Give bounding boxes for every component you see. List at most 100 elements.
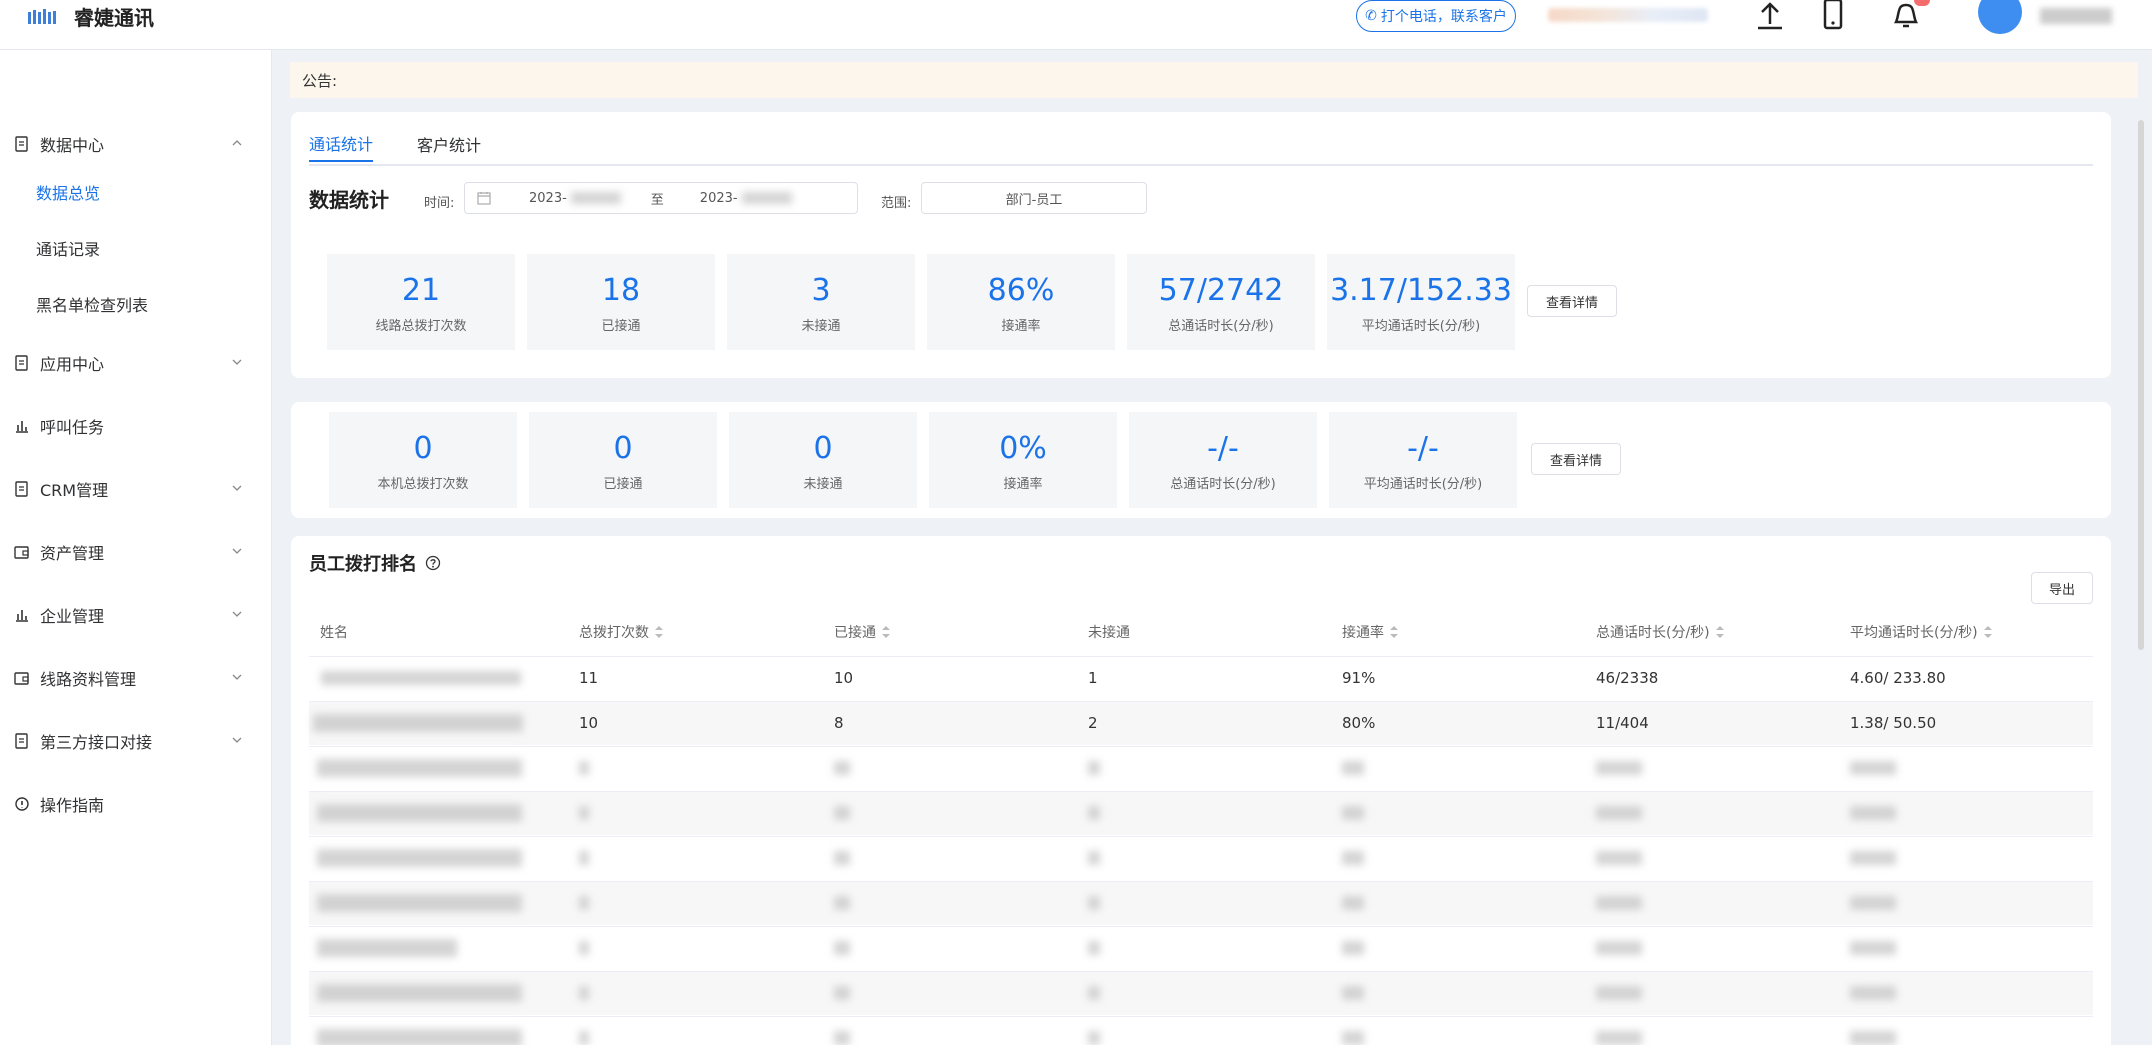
stat-value: 57/2742: [1158, 272, 1284, 308]
document-icon: [15, 733, 28, 749]
export-button[interactable]: 导出: [2031, 572, 2093, 604]
table-row-redacted[interactable]: [309, 1016, 2093, 1045]
end-date[interactable]: 2023-: [700, 191, 738, 206]
column-header-connected[interactable]: 已接通: [834, 622, 890, 642]
tab-customer-stats[interactable]: 客户统计: [417, 126, 481, 162]
stat-card-line-rate: 86% 接通率: [927, 254, 1115, 350]
range-select[interactable]: 部门-员工: [921, 182, 1147, 214]
column-header-rate[interactable]: 接通率: [1342, 622, 1398, 642]
redacted-cell: [834, 806, 850, 820]
stat-value: 86%: [987, 272, 1055, 308]
redacted-cell: [579, 896, 589, 910]
calendar-icon: [477, 192, 491, 205]
stat-label: 已接通: [603, 476, 643, 492]
sidebar-item-app-center[interactable]: 应用中心: [14, 349, 254, 377]
table-row-redacted[interactable]: [309, 971, 2093, 1015]
start-date[interactable]: 2023-: [529, 191, 567, 206]
redacted-username[interactable]: [2040, 8, 2112, 24]
column-header-total-duration[interactable]: 总通话时长(分/秒): [1596, 622, 1724, 642]
column-header-name[interactable]: 姓名: [320, 622, 348, 642]
sort-icon[interactable]: [1390, 626, 1398, 638]
column-header-missed[interactable]: 未接通: [1088, 622, 1130, 642]
redacted-cell: [317, 939, 457, 957]
sort-icon[interactable]: [1983, 626, 1992, 638]
scrollbar-thumb[interactable]: [2138, 120, 2144, 650]
redacted-cell: [1342, 761, 1364, 775]
sidebar-subitem-call-records[interactable]: 通话记录: [36, 236, 100, 260]
redacted-cell: [317, 1029, 522, 1045]
redacted-cell: [579, 941, 589, 955]
cell-total-calls: 11: [579, 669, 599, 687]
sidebar-item-assets[interactable]: 资产管理: [14, 538, 254, 566]
stat-card-local-rate: 0% 接通率: [929, 412, 1117, 508]
stat-card-local-connected: 0 已接通: [529, 412, 717, 508]
redacted-cell: [1596, 941, 1642, 955]
date-range-picker[interactable]: 2023- 至 2023-: [464, 182, 858, 214]
document-icon: [15, 481, 28, 497]
sidebar-item-label: 操作指南: [40, 796, 105, 815]
help-icon[interactable]: [425, 555, 441, 571]
sidebar-item-call-task[interactable]: 呼叫任务: [14, 412, 254, 440]
call-customer-button[interactable]: ✆ 打个电话，联系客户: [1356, 0, 1516, 32]
cell-avg-duration: 4.60/ 233.80: [1850, 669, 1946, 687]
table-row-redacted[interactable]: [309, 836, 2093, 880]
column-header-avg-duration[interactable]: 平均通话时长(分/秒): [1850, 622, 1992, 642]
redacted-cell: [1596, 1031, 1642, 1045]
upload-icon[interactable]: [1752, 0, 1788, 36]
column-header-label: 总通话时长(分/秒): [1596, 625, 1710, 641]
cell-total-duration: 11/404: [1596, 714, 1649, 732]
sidebar-subitem-data-overview[interactable]: 数据总览: [36, 180, 100, 204]
column-header-label: 未接通: [1088, 625, 1130, 641]
stat-label: 已接通: [601, 318, 641, 334]
redacted-cell: [1596, 851, 1642, 865]
table-row-redacted[interactable]: [309, 881, 2093, 925]
notice-label: 公告:: [302, 71, 338, 90]
view-details-button[interactable]: 查看详情: [1531, 443, 1621, 475]
chevron-down-icon: [232, 359, 242, 365]
sidebar-item-label: CRM管理: [40, 481, 109, 500]
view-details-button[interactable]: 查看详情: [1527, 285, 1617, 317]
stat-label: 平均通话时长(分/秒): [1361, 318, 1481, 334]
date-separator: 至: [650, 192, 664, 208]
table-row[interactable]: 10 8 2 80% 11/404 1.38/ 50.50: [309, 701, 2093, 745]
sidebar-item-enterprise[interactable]: 企业管理: [14, 601, 254, 629]
sort-icon[interactable]: [1715, 626, 1724, 638]
chevron-down-icon: [232, 485, 242, 491]
redacted-cell: [834, 851, 850, 865]
redacted-cell: [1342, 896, 1364, 910]
table-row-redacted[interactable]: [309, 926, 2093, 970]
sort-icon[interactable]: [882, 626, 890, 638]
tab-divider: [309, 164, 2093, 166]
mobile-icon[interactable]: [1815, 0, 1851, 36]
column-header-label: 总拨打次数: [579, 625, 649, 641]
sidebar-item-data-center[interactable]: 数据中心: [14, 130, 254, 158]
cell-total-calls: 10: [579, 714, 599, 732]
sidebar-item-line-data[interactable]: 线路资料管理: [14, 664, 254, 692]
range-label: 范围:: [881, 196, 912, 211]
cell-connected: 10: [834, 669, 854, 687]
redacted-date: [741, 192, 792, 204]
sidebar-subitem-blacklist[interactable]: 黑名单检查列表: [36, 292, 148, 316]
sidebar-item-guide[interactable]: 操作指南: [14, 790, 254, 818]
table-row-redacted[interactable]: [309, 746, 2093, 790]
cell-missed: 2: [1088, 714, 1098, 732]
sort-icon[interactable]: [655, 626, 663, 638]
redacted-cell: [1342, 1031, 1364, 1045]
sidebar-item-third-party-api[interactable]: 第三方接口对接: [14, 727, 254, 755]
chevron-up-icon: [232, 140, 242, 146]
section-title: 数据统计: [309, 188, 389, 212]
sidebar-item-label: 第三方接口对接: [40, 733, 153, 752]
cell-total-duration: 46/2338: [1596, 669, 1659, 687]
redacted-cell: [1088, 1031, 1100, 1045]
avatar[interactable]: [1978, 0, 2022, 34]
stat-label: 接通率: [1003, 476, 1043, 492]
redacted-cell: [1342, 941, 1364, 955]
table-row-redacted[interactable]: [309, 791, 2093, 835]
document-icon: [15, 136, 28, 152]
table-row[interactable]: 11 10 1 91% 46/2338 4.60/ 233.80: [309, 656, 2093, 700]
column-header-total-calls[interactable]: 总拨打次数: [579, 622, 663, 642]
sidebar-item-crm[interactable]: CRM管理: [14, 475, 254, 503]
redacted-cell: [579, 761, 589, 775]
stat-label: 线路总拨打次数: [375, 318, 467, 334]
tab-call-stats[interactable]: 通话统计: [309, 126, 374, 162]
